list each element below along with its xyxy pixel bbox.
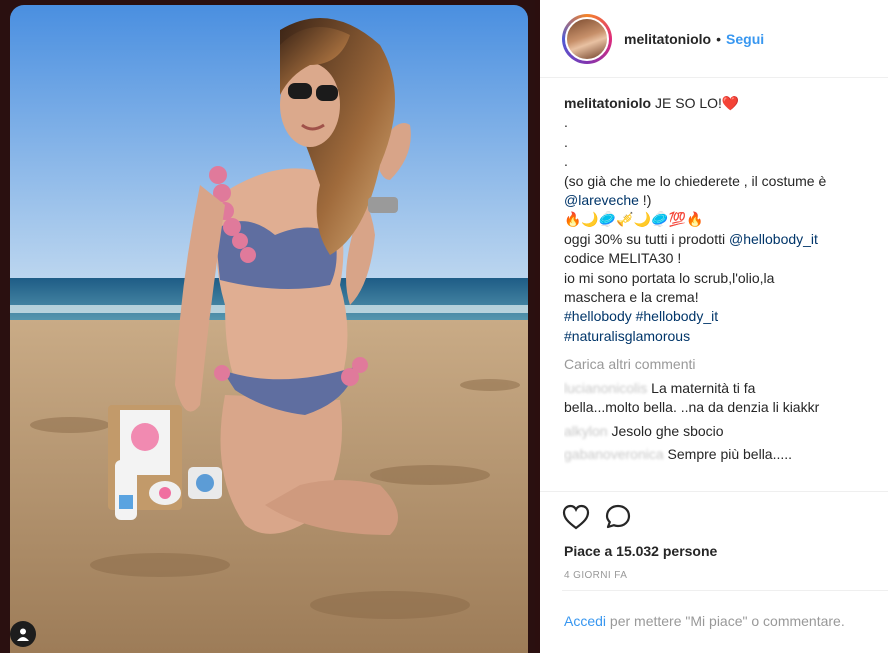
post-side-panel: melitatoniolo • Segui melitatoniolo JE S… [540, 0, 888, 653]
caption-line-2-text: oggi 30% su tutti i prodotti [564, 230, 729, 247]
comment-username[interactable]: gabanoveronica [564, 446, 664, 462]
caption-dot: . [564, 114, 568, 131]
header-separator: • [716, 30, 722, 47]
avatar [565, 16, 609, 61]
caption-line-2: oggi 30% su tutti i prodotti @hellobody_… [564, 230, 884, 249]
comment-text-cont: bella...molto bella. ..na da denzia li k… [564, 399, 820, 416]
header-username[interactable]: melitatoniolo [624, 31, 711, 47]
comment-text: Sempre più bella..... [667, 445, 793, 462]
post-header: melitatoniolo • Segui [540, 0, 888, 78]
caption-line-5: maschera e la crema! [564, 289, 699, 306]
caption-line-3: codice MELITA30 ! [564, 250, 682, 267]
comments-list: melitatoniolo JE SO LO!❤️ . . . (so già … [564, 94, 884, 494]
avatar-story-ring[interactable] [562, 13, 612, 64]
mention-hellobody[interactable]: @hellobody_it [729, 231, 818, 247]
login-link[interactable]: Accedi [564, 613, 606, 629]
caption-username[interactable]: melitatoniolo [564, 95, 651, 111]
heart-icon[interactable] [562, 504, 590, 533]
comment-item: lucianonicolis La maternità ti fa bella.… [564, 379, 884, 418]
hashtags-line-2[interactable]: #naturalisglamorous [564, 327, 884, 346]
caption-text: JE SO LO!❤️ [655, 95, 740, 111]
load-more-comments-button[interactable]: Carica altri commenti [564, 355, 884, 374]
follow-button[interactable]: Segui [726, 31, 764, 47]
caption-dot: . [564, 153, 568, 170]
caption-mention-line: @lareveche !) [564, 191, 884, 210]
comment-text: Jesolo ghe sbocio [611, 422, 724, 439]
tagged-user-icon[interactable] [10, 621, 36, 647]
caption-dot: . [564, 133, 568, 150]
mention-suffix: !) [638, 192, 652, 209]
comment-item: gabanoveronica Sempre più bella..... [564, 445, 884, 464]
comment-item: alkylon Jesolo ghe sbocio [564, 422, 884, 441]
caption-line-4: io mi sono portata lo scrub,l'olio,la [564, 269, 775, 286]
divider [562, 590, 888, 591]
caption-emoji-line: 🔥🌙🥏🎺🌙🥏💯🔥 [564, 211, 704, 228]
caption-line: melitatoniolo JE SO LO!❤️ [564, 94, 884, 113]
likes-count[interactable]: Piace a 15.032 persone [564, 543, 717, 559]
action-icons [562, 504, 632, 533]
hashtags-line-1[interactable]: #hellobody #hellobody_it [564, 307, 884, 326]
post-time[interactable]: 4 GIORNI FA [564, 570, 627, 581]
comment-username[interactable]: alkylon [564, 423, 608, 439]
login-prompt-text: per mettere "Mi piace" o commentare. [606, 613, 845, 629]
instagram-post: melitatoniolo • Segui melitatoniolo JE S… [0, 0, 888, 653]
post-actions: Piace a 15.032 persone 4 GIORNI FA Acced… [540, 491, 888, 653]
caption-line-1: (so già che me lo chiederete , il costum… [564, 172, 827, 189]
post-photo[interactable] [10, 5, 528, 653]
photo-area [0, 0, 535, 653]
comment-username[interactable]: lucianonicolis [564, 380, 647, 396]
mention-lareveche[interactable]: @lareveche [564, 192, 639, 208]
login-prompt: Accedi per mettere "Mi piace" o commenta… [564, 612, 864, 631]
comment-text: La maternità ti fa [651, 379, 756, 396]
comment-icon[interactable] [604, 504, 632, 533]
